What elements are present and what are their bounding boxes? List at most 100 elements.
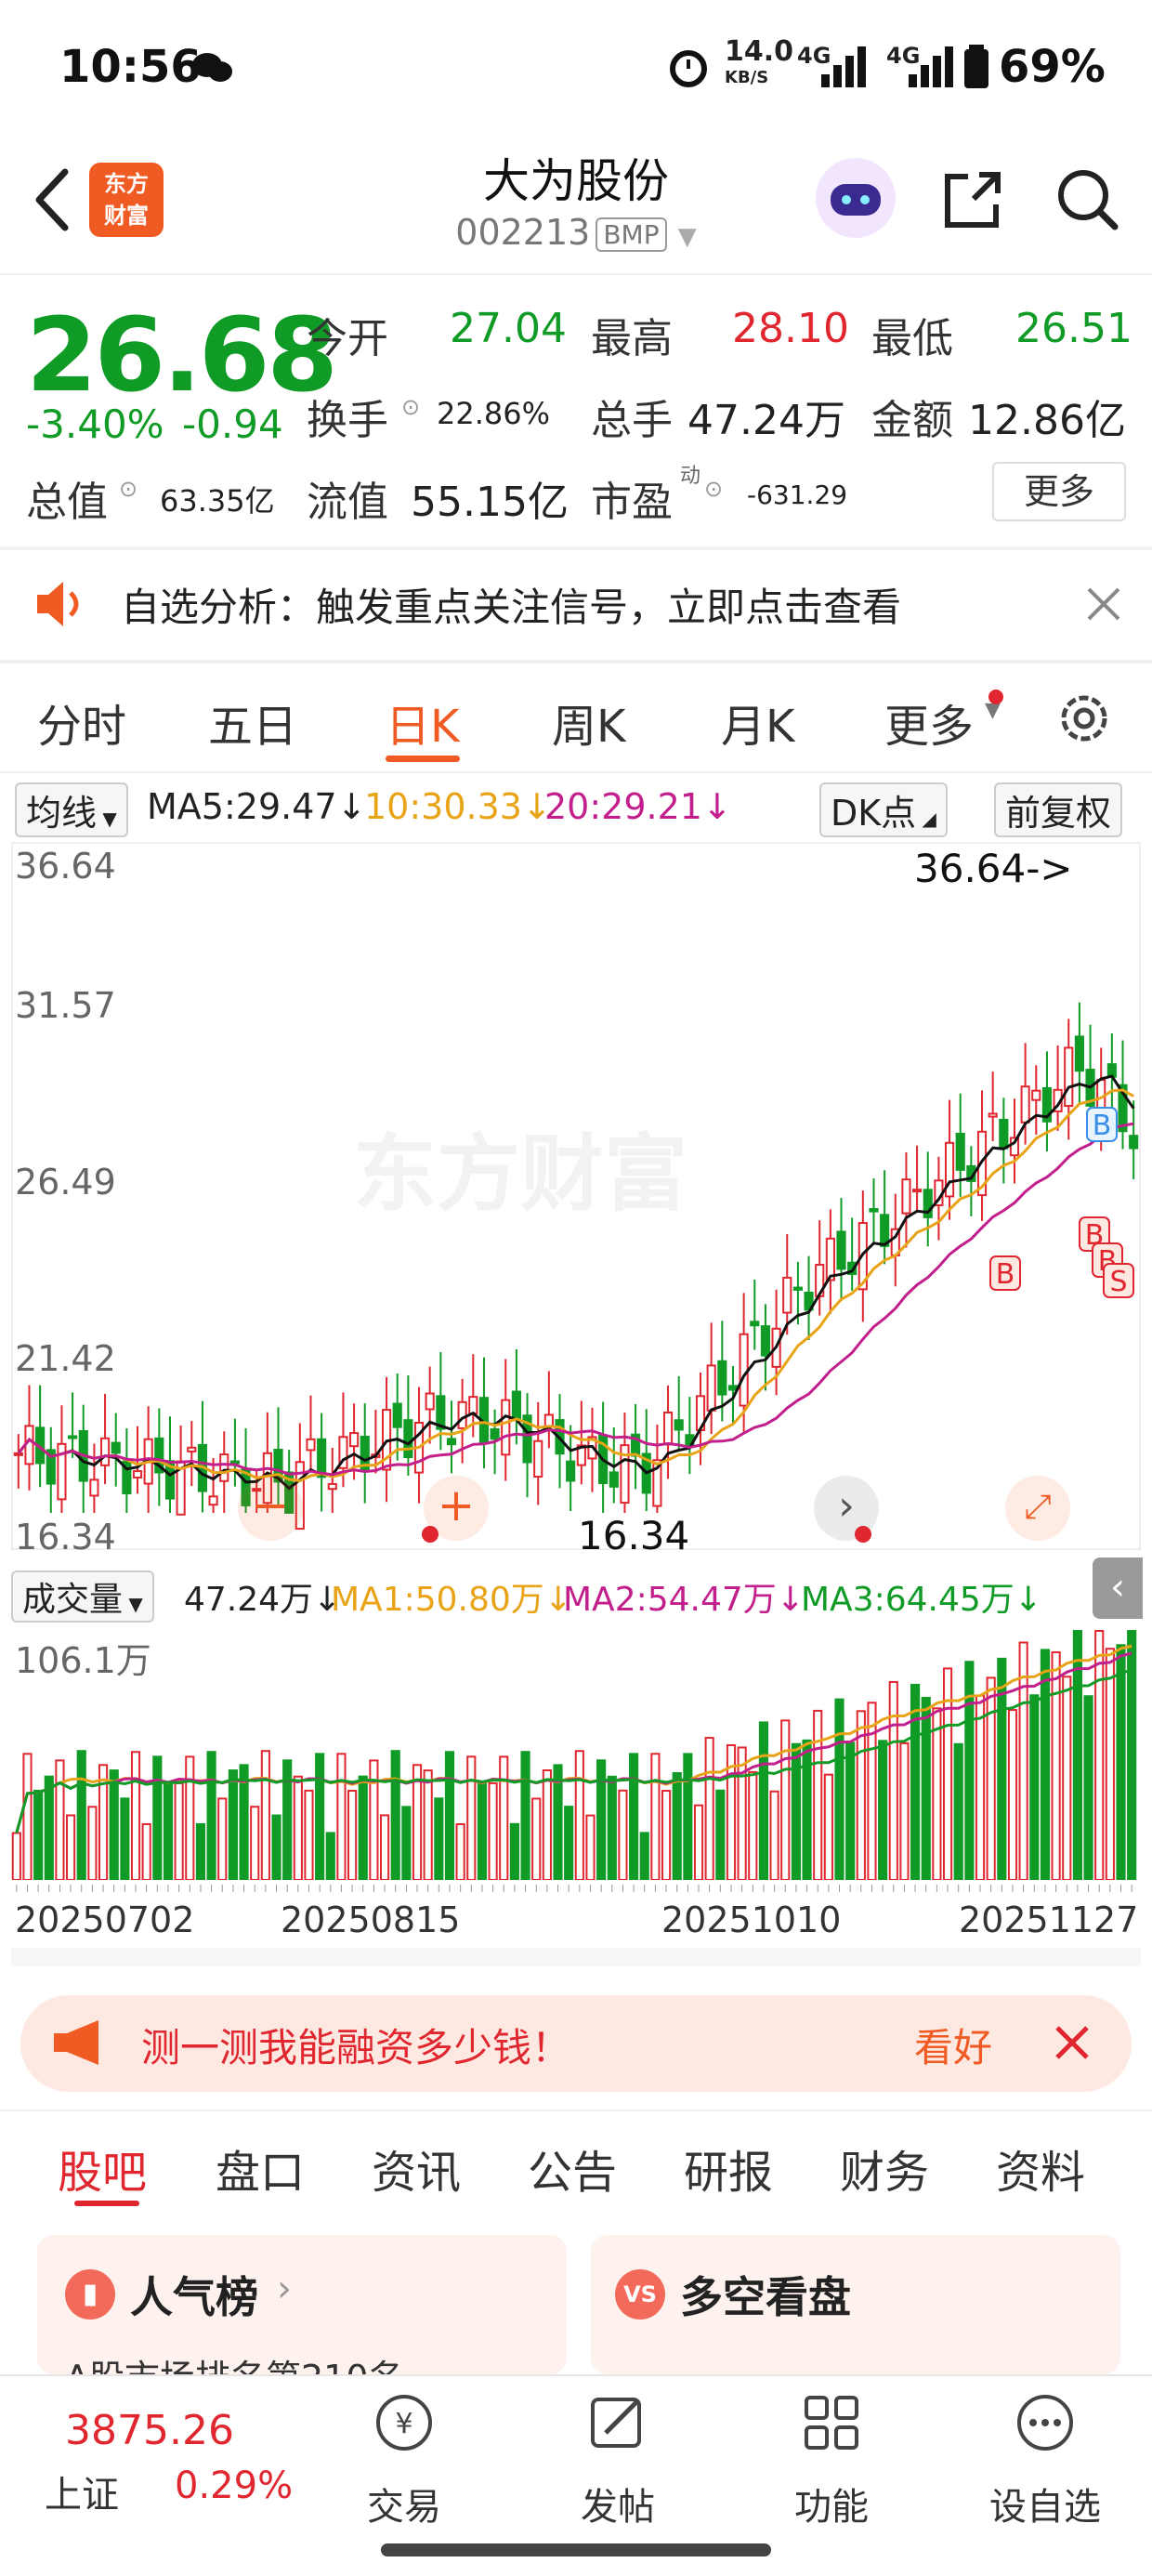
signal-marker: B [989,1255,1021,1291]
candle-body [229,1460,240,1465]
x-date-2: 20250815 [281,1899,461,1940]
nav-add-watchlist[interactable]: 设自选 [975,2477,1115,2530]
edit-post-icon[interactable] [585,2390,650,2455]
volume-bar [964,1661,975,1882]
volume-bar [499,1755,509,1881]
index-value[interactable]: 3875.26 [65,2407,234,2454]
volume-bar [585,1814,596,1881]
candle-body [1031,1089,1041,1101]
tab-more[interactable]: 更多 [884,690,974,755]
ma20-value: 20:29.21↓ [544,786,732,827]
volume-bar [109,1769,119,1882]
pe-label: 市盈 [591,479,673,526]
fullscreen-expand-icon[interactable]: ⤢ [1005,1476,1070,1541]
grid-function-icon[interactable] [799,2390,864,2455]
tab-finance[interactable]: 财务 [840,2136,929,2201]
settings-gear-icon[interactable] [1054,688,1115,749]
open-label: 今开 [307,315,388,362]
candle-body [1020,1085,1030,1124]
candle-body [782,1276,792,1314]
tab-timeshare[interactable]: 分时 [37,690,126,755]
promo-text[interactable]: 测一测我能融资多少钱！ [141,2017,570,2073]
candle-body [1064,1046,1074,1108]
candle-body [999,1118,1009,1150]
battery-percent: 69% [999,41,1106,93]
volume-bar [434,1797,444,1881]
volume-svg [11,1630,1137,1882]
watermark: 东方财富 [353,1125,687,1223]
more-quote-button[interactable]: 更多 [992,462,1126,521]
tab-announcements[interactable]: 公告 [528,2136,617,2201]
volume-bar [683,1753,693,1881]
bull-bear-card[interactable] [591,2235,1120,2374]
volume-bar [802,1739,812,1881]
volume-bar [975,1694,986,1881]
candle-body [219,1453,229,1482]
high-label: 最高 [591,315,673,362]
volume-bar [336,1753,347,1881]
popularity-rank: A股市场排名第210名 [65,2349,404,2375]
info-icon[interactable]: ⊙ [119,476,137,502]
nav-functions[interactable]: 功能 [762,2477,901,2530]
signal-icon [821,46,866,87]
pe-value: -631.29 [747,480,848,510]
ai-assistant-robot-icon[interactable] [816,158,896,238]
candle-body [901,1178,911,1215]
share-icon[interactable] [940,167,1005,232]
volume-bar [152,1755,163,1881]
zoom-out-button[interactable]: − [238,1476,303,1541]
tab-weekly-k[interactable]: 周K [552,690,625,755]
volume-bar [304,1789,314,1882]
tab-research[interactable]: 研报 [684,2136,773,2201]
volume-chart[interactable] [11,1622,1141,1882]
min-price-marker: 16.34 [578,1513,690,1558]
dk-point-button[interactable]: DK点 ◢ [819,782,948,837]
info-icon[interactable]: ⊙ [704,476,723,502]
info-icon[interactable]: ⊙ [401,394,420,420]
adjust-button[interactable]: 前复权 [994,782,1123,837]
nav-post[interactable]: 发帖 [548,2477,687,2530]
stock-code: 002213 [455,212,591,253]
nav-trade[interactable]: 交易 [334,2477,474,2530]
tab-monthly-k[interactable]: 月K [721,690,794,755]
more-dots-icon[interactable] [1013,2390,1078,2455]
tab-news[interactable]: 资讯 [372,2136,461,2201]
volume-bar [444,1751,455,1881]
search-icon[interactable] [1054,165,1120,232]
volume-bar [520,1751,530,1881]
ma-selector[interactable]: 均线 ▼ [15,782,128,837]
candle-body [511,1390,521,1422]
volume-bar [87,1806,98,1881]
collapse-panel-button[interactable]: ‹ [1093,1557,1143,1619]
candle-body [662,1411,674,1446]
tab-pankou[interactable]: 盘口 [216,2136,305,2201]
volume-selector[interactable]: 成交量 ▼ [11,1571,154,1623]
candle-body [457,1400,467,1429]
volume-bar [1007,1709,1018,1881]
volume-bar [531,1797,542,1881]
volume-bar [769,1790,779,1881]
volume-bar [780,1719,791,1881]
tab-guba[interactable]: 股吧 [58,2136,147,2201]
volume-bar [379,1814,390,1881]
chevron-down-icon: ▼ [677,223,697,251]
volume-bar [66,1814,76,1881]
candle-body [533,1439,543,1479]
volume-bar [228,1769,238,1881]
close-icon[interactable] [1085,585,1122,623]
header-divider [0,273,1152,275]
popularity-title: 人气榜 [130,2272,258,2322]
promo-right-text[interactable]: 看好 [914,2017,992,2073]
trade-yen-icon[interactable]: ¥ [372,2390,437,2455]
tab-five-day[interactable]: 五日 [208,690,297,755]
float-value: 55.15亿 [411,479,569,526]
volume-bar [921,1696,931,1882]
volume-bar [250,1806,260,1881]
x-axis-ticks [11,1882,1141,1893]
tab-daily-k[interactable]: 日K [386,690,459,755]
volume-bar [564,1806,574,1881]
close-icon[interactable] [1054,2024,1091,2061]
tab-profile[interactable]: 资料 [996,2136,1085,2201]
low-label: 最低 [871,315,953,362]
notice-text[interactable]: 自选分析：触发重点关注信号，立即点击查看 [121,576,901,633]
